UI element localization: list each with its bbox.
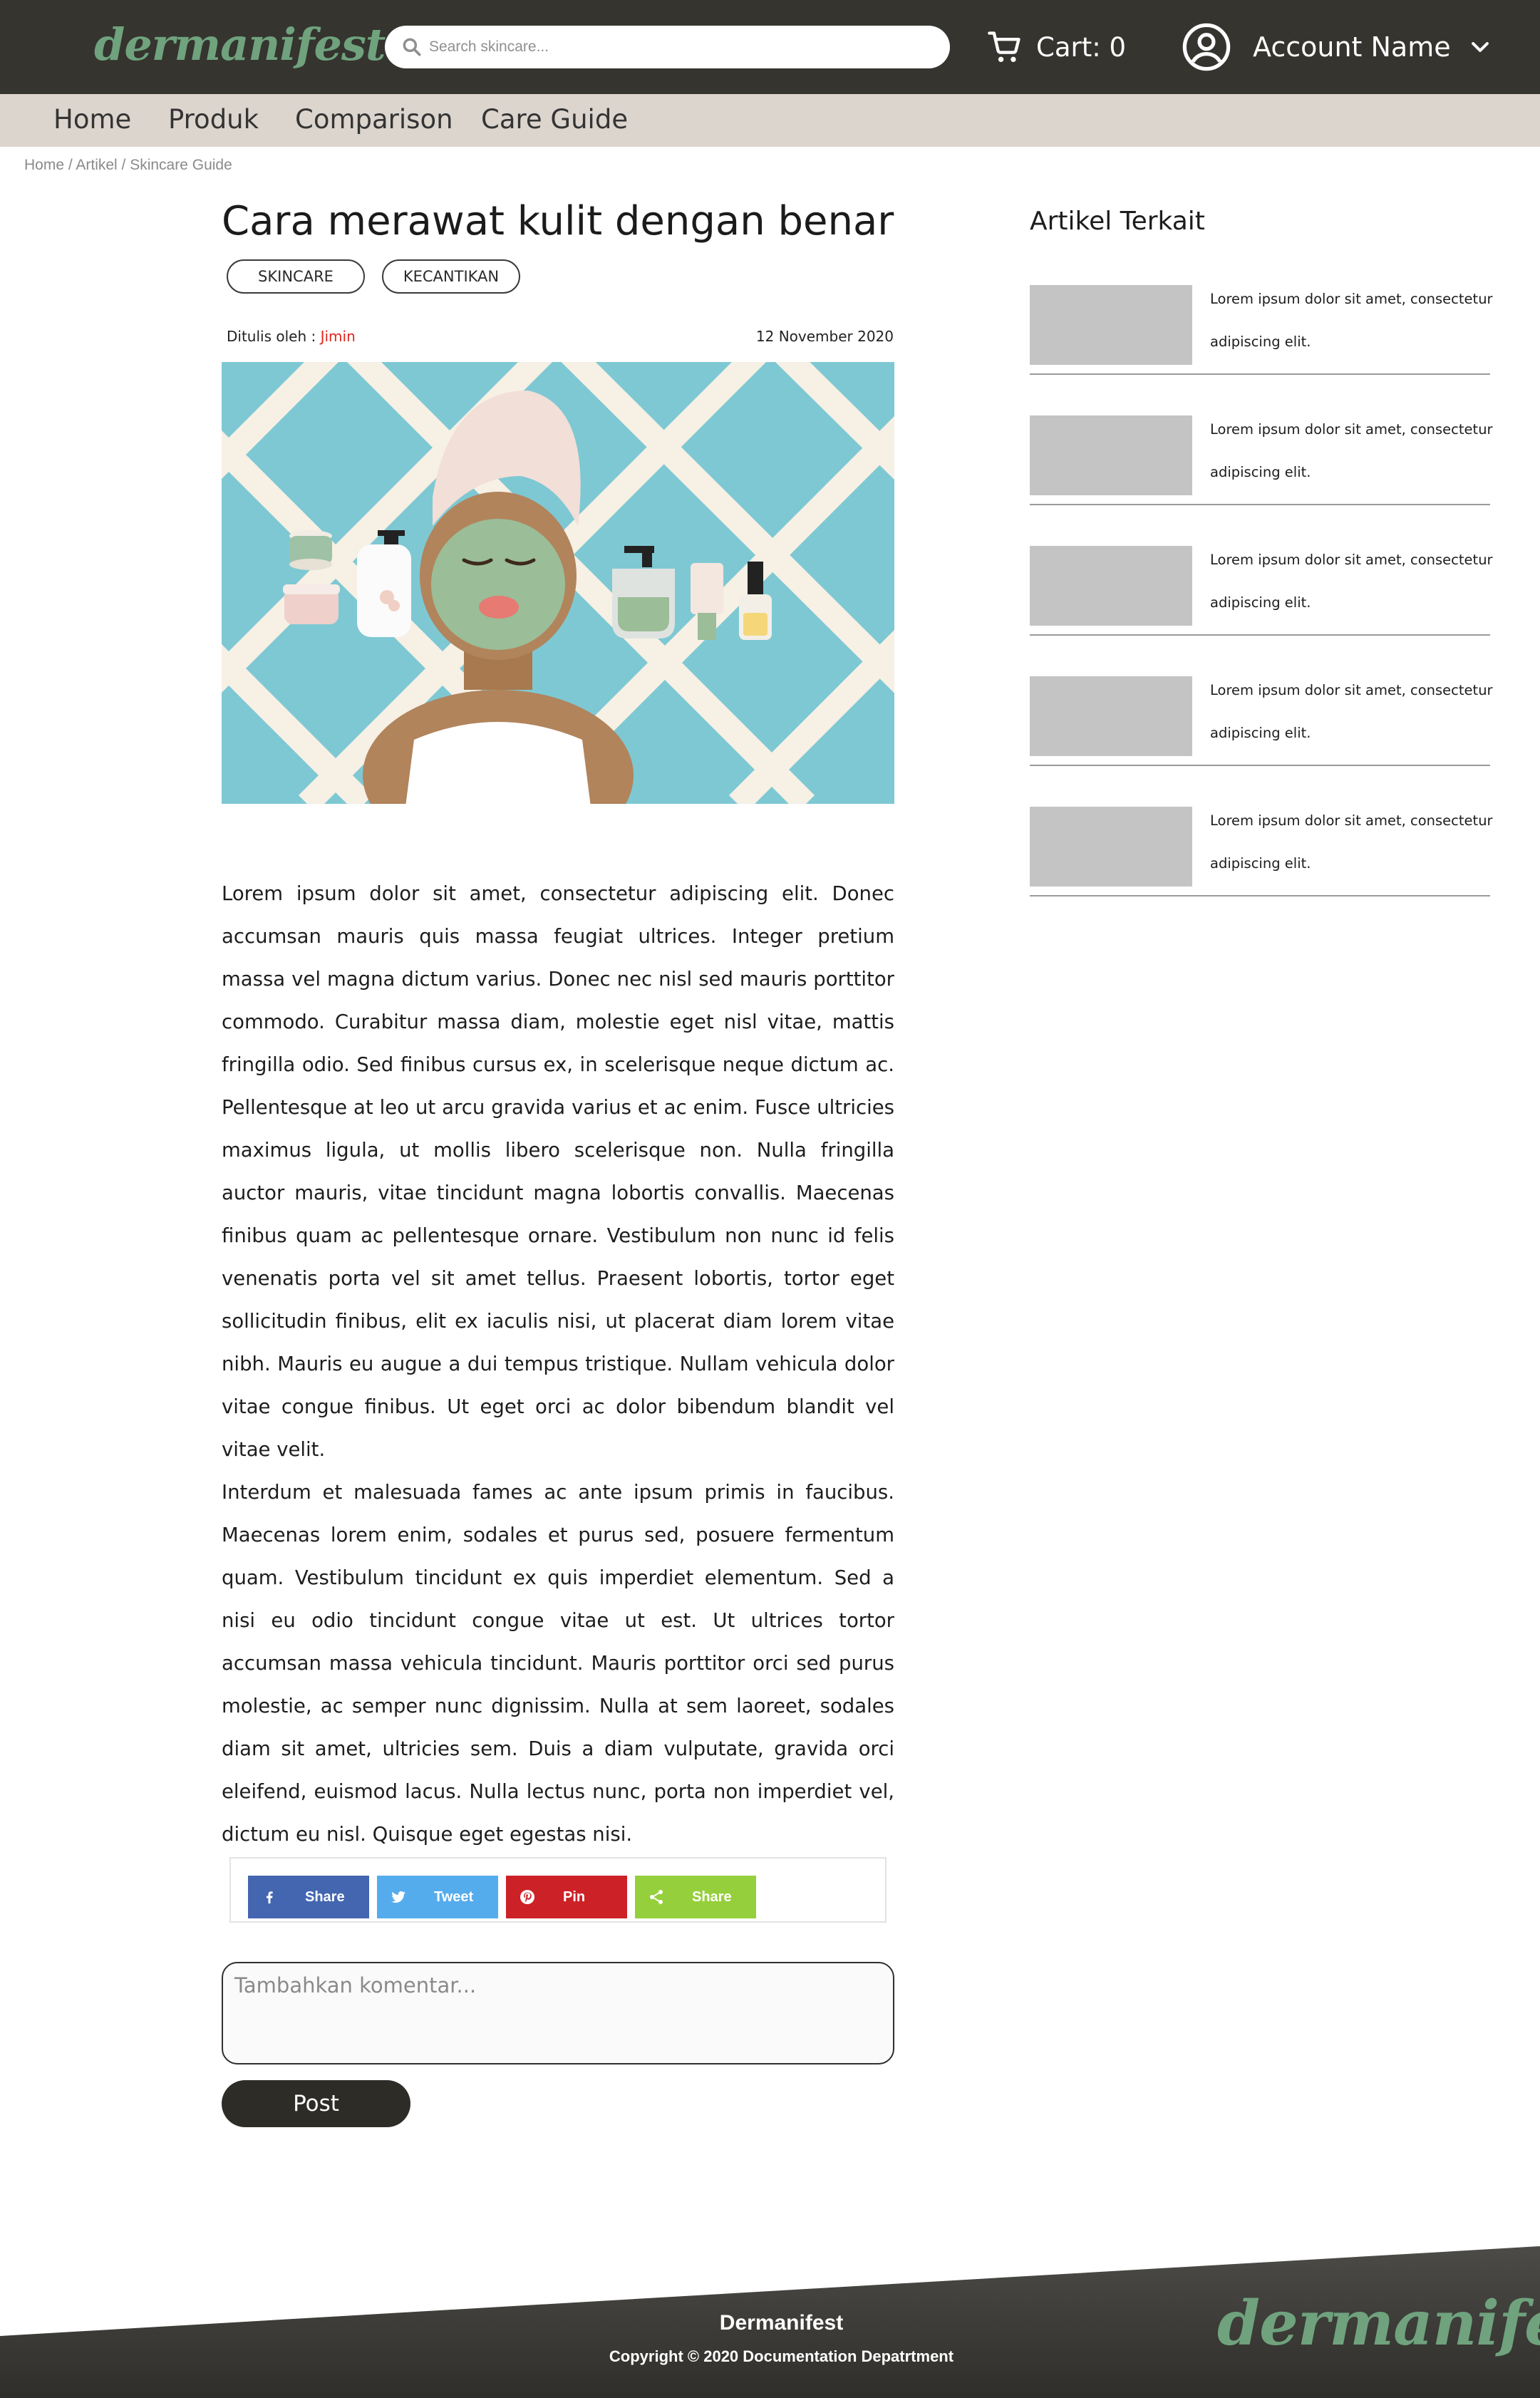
related-article-thumbnail[interactable]	[1030, 676, 1192, 756]
author-line: Ditulis oleh : Jimin	[227, 328, 356, 345]
article-paragraph-2: Interdum et malesuada fames ac ante ipsu…	[222, 1481, 894, 1846]
brand-logo[interactable]: dermanifest	[94, 19, 386, 71]
chevron-down-icon[interactable]	[1468, 35, 1492, 59]
related-article-thumbnail[interactable]	[1030, 415, 1192, 495]
related-article-text[interactable]: Lorem ipsum dolor sit amet, consectetur …	[1210, 669, 1495, 755]
twitter-tweet-button[interactable]: Tweet	[377, 1876, 498, 1918]
author-name[interactable]: Jimin	[321, 328, 356, 345]
share-bar: Share Tweet Pin Share	[229, 1857, 887, 1923]
related-article-item[interactable]: Lorem ipsum dolor sit amet, consectetur …	[1030, 669, 1493, 766]
shopping-cart-icon	[988, 31, 1020, 63]
search-icon	[403, 38, 421, 56]
nav-item-home[interactable]: Home	[53, 104, 131, 135]
related-article-text[interactable]: Lorem ipsum dolor sit amet, consectetur …	[1210, 800, 1495, 885]
facebook-share-button[interactable]: Share	[248, 1876, 369, 1918]
post-button[interactable]: Post	[222, 2080, 410, 2127]
main-nav: Home Produk Comparison Care Guide	[0, 94, 1540, 147]
share-icon	[635, 1876, 678, 1918]
author-prefix: Ditulis oleh :	[227, 328, 321, 345]
related-article-thumbnail[interactable]	[1030, 285, 1192, 365]
related-article-item[interactable]: Lorem ipsum dolor sit amet, consectetur …	[1030, 800, 1493, 896]
user-avatar-icon	[1182, 23, 1231, 71]
footer-logo[interactable]: dermanifest	[1217, 2288, 1540, 2360]
face-mask-illustration	[222, 362, 894, 804]
related-article-text[interactable]: Lorem ipsum dolor sit amet, consectetur …	[1210, 539, 1495, 624]
twitter-icon	[377, 1876, 420, 1918]
related-article-item[interactable]: Lorem ipsum dolor sit amet, consectetur …	[1030, 408, 1493, 505]
breadcrumb[interactable]: Home / Artikel / Skincare Guide	[24, 157, 232, 174]
article-hero-image	[222, 362, 894, 804]
pinterest-pin-button[interactable]: Pin	[506, 1876, 627, 1918]
nav-item-care-guide[interactable]: Care Guide	[481, 104, 628, 135]
related-article-item[interactable]: Lorem ipsum dolor sit amet, consectetur …	[1030, 278, 1493, 375]
facebook-icon	[248, 1876, 291, 1918]
nav-item-produk[interactable]: Produk	[168, 104, 259, 135]
publish-date: 12 November 2020	[755, 328, 894, 345]
search-bar[interactable]	[385, 26, 950, 68]
related-article-text[interactable]: Lorem ipsum dolor sit amet, consectetur …	[1210, 408, 1495, 494]
tag-skincare[interactable]: SKINCARE	[227, 259, 365, 294]
share-label: Share	[305, 1888, 345, 1905]
cart-button[interactable]: Cart: 0	[986, 26, 1126, 68]
related-article-thumbnail[interactable]	[1030, 546, 1192, 626]
tweet-label: Tweet	[434, 1888, 474, 1905]
search-input[interactable]	[429, 31, 928, 63]
pinterest-icon	[506, 1876, 549, 1918]
generic-share-button[interactable]: Share	[635, 1876, 756, 1918]
cart-label: Cart: 0	[1036, 31, 1126, 63]
article-title: Cara merawat kulit dengan benar	[222, 198, 894, 244]
related-article-text[interactable]: Lorem ipsum dolor sit amet, consectetur …	[1210, 278, 1495, 363]
account-menu[interactable]: Account Name	[1182, 21, 1492, 73]
account-name: Account Name	[1253, 31, 1451, 63]
related-article-thumbnail[interactable]	[1030, 807, 1192, 887]
article-paragraph-1: Lorem ipsum dolor sit amet, consectetur …	[222, 882, 894, 1461]
pin-label: Pin	[563, 1888, 586, 1905]
nav-item-comparison[interactable]: Comparison	[295, 104, 453, 135]
related-articles-title: Artikel Terkait	[1030, 207, 1205, 236]
share-label: Share	[692, 1888, 732, 1905]
tag-kecantikan[interactable]: KECANTIKAN	[382, 259, 520, 294]
comment-input[interactable]	[222, 1962, 894, 2064]
top-header: dermanifest Cart: 0 Account Name	[0, 0, 1540, 94]
related-article-item[interactable]: Lorem ipsum dolor sit amet, consectetur …	[1030, 539, 1493, 636]
